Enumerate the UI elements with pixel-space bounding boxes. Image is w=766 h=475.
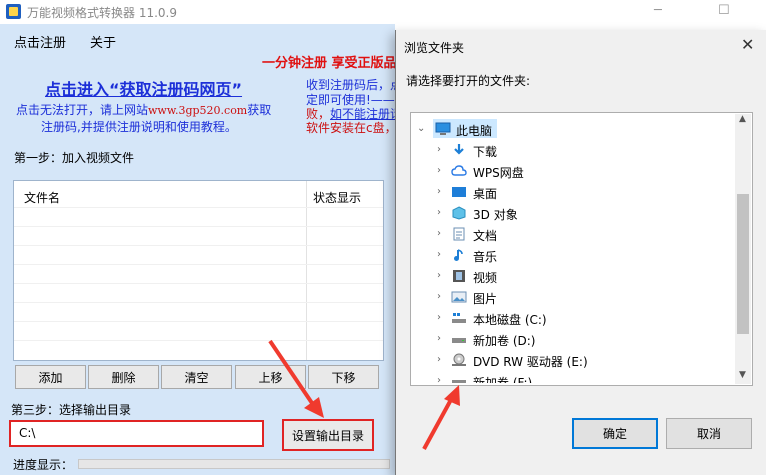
annotation-arrows (268, 339, 460, 450)
arrow-to-set-output-button (268, 339, 324, 418)
arrow-to-folder-tree (422, 385, 460, 450)
